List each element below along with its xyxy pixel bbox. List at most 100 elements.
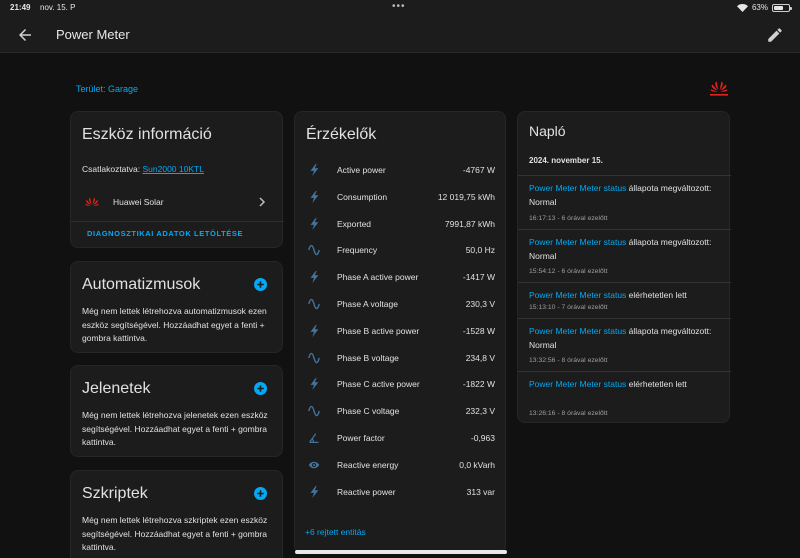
sensor-row[interactable]: Frequency 50,0 Hz	[295, 237, 507, 263]
sensor-value: 0,0 kVarh	[459, 459, 495, 470]
sensor-row[interactable]: Phase B voltage 234,8 V	[295, 345, 507, 371]
automations-title: Automatizmusok	[82, 276, 201, 293]
logbook-entry-text: Power Meter Meter status állapota megvál…	[529, 325, 724, 352]
sensor-value: 230,3 V	[465, 299, 495, 309]
sensor-row[interactable]: Phase C active power -1822 W	[295, 371, 507, 397]
logbook-entity-link[interactable]: Power Meter Meter status	[529, 290, 626, 300]
sensor-row[interactable]: Power factor -0,963	[295, 425, 507, 451]
logbook-entity-link[interactable]: Power Meter Meter status	[529, 379, 626, 389]
logbook-timestamp: 13:26:16 - 8 órával ezelőtt	[529, 410, 608, 417]
sensor-value: -1417 W	[462, 272, 495, 283]
battery-percent: 63%	[751, 3, 768, 12]
flash-icon	[310, 378, 319, 391]
sensor-label: Reactive energy	[337, 459, 399, 470]
sensor-value: 234,8 V	[465, 352, 495, 363]
huawei-logo-icon	[85, 197, 99, 206]
scenes-empty-text: Még nem lettek létrehozva jelenetek ezen…	[82, 410, 268, 447]
sensor-row[interactable]: Reactive power 313 var	[295, 479, 507, 505]
sine-wave-icon	[308, 245, 320, 256]
logbook-entry-text: Power Meter Meter status elérhetetlen le…	[529, 289, 724, 303]
manufacturer-row[interactable]: Huawei Solar	[71, 190, 284, 214]
sensor-value: -4767 W	[462, 165, 495, 175]
sensors-card: Érzékelők Active power -4767 W Consumption…	[294, 111, 507, 554]
add-script-icon[interactable]	[254, 487, 267, 500]
sensors-title: Érzékelők	[306, 126, 377, 143]
automations-card: Automatizmusok Még nem lettek létrehozva…	[70, 261, 283, 353]
sensor-label: Reactive power	[337, 486, 396, 497]
status-bar: 21:49 nov. 15. P ••• 63%	[0, 0, 800, 18]
app-bar: Power Meter	[0, 18, 800, 53]
sensor-value: 313 var	[466, 486, 495, 497]
logbook-entity-link[interactable]: Power Meter Meter status	[529, 326, 626, 336]
scripts-title: Szkriptek	[82, 485, 148, 502]
logbook-action: elérhetetlen lett	[626, 290, 687, 300]
add-scene-icon[interactable]	[254, 382, 267, 395]
scripts-empty-text: Még nem lettek létrehozva szkriptek ezen…	[82, 515, 268, 552]
sensor-label: Power factor	[337, 433, 385, 443]
status-right: 63%	[736, 3, 792, 12]
angle-acute-icon	[309, 433, 319, 443]
logbook-timestamp: 16:17:13 - 6 órával ezelőtt	[529, 215, 608, 222]
connected-via: Csatlakoztatva: Sun2000 10KTL	[82, 164, 204, 174]
logbook-entry-text: Power Meter Meter status elérhetetlen le…	[529, 378, 724, 392]
logbook-entry: Power Meter Meter status elérhetetlen le…	[518, 371, 731, 424]
sensor-row[interactable]: Phase C voltage 232,3 V	[295, 398, 507, 424]
scenes-title: Jelenetek	[82, 380, 151, 397]
chevron-right-icon	[259, 197, 266, 207]
sensor-row[interactable]: Phase B active power -1528 W	[295, 318, 507, 344]
logbook-card: Napló 2024. november 15. Power Meter Met…	[517, 111, 731, 424]
flash-icon	[310, 324, 319, 337]
sensor-value: -1528 W	[462, 325, 495, 336]
sine-wave-icon	[308, 352, 320, 363]
logbook-entry: Power Meter Meter status állapota megvál…	[518, 175, 731, 229]
flash-icon	[310, 163, 319, 177]
download-diagnostics-button[interactable]: DIAGNOSZTIKAI ADATOK LETÖLTÉSE	[87, 229, 243, 238]
connected-prefix: Csatlakoztatva:	[82, 164, 143, 174]
area-link[interactable]: Terület: Garage	[76, 84, 138, 94]
arrow-left-icon[interactable]	[16, 26, 34, 44]
logbook-entity-link[interactable]: Power Meter Meter status	[529, 237, 626, 247]
logbook-entry-text: Power Meter Meter status állapota megvál…	[529, 236, 724, 263]
sensor-label: Active power	[337, 165, 386, 175]
sensor-value: 50,0 Hz	[465, 245, 495, 256]
logbook-title: Napló	[529, 123, 566, 139]
sensor-value: 232,3 V	[465, 406, 495, 417]
multitask-dots-icon[interactable]: •••	[392, 1, 406, 12]
sensor-label: Consumption	[337, 191, 388, 202]
sensor-row[interactable]: Reactive energy 0,0 kVarh	[295, 452, 507, 478]
automations-empty-text: Még nem lettek létrehozva automatizmusok…	[82, 306, 267, 343]
scenes-card: Jelenetek Még nem lettek létrehozva jele…	[70, 365, 283, 457]
sensor-row[interactable]: Phase A active power -1417 W	[295, 264, 507, 290]
sensor-value: -0,963	[470, 433, 495, 443]
sensor-label: Phase A voltage	[337, 299, 398, 309]
device-info-title: Eszköz információ	[82, 126, 212, 143]
connected-device-link[interactable]: Sun2000 10KTL	[142, 164, 203, 174]
status-date: nov. 15. P	[40, 3, 76, 12]
pencil-icon[interactable]	[766, 26, 784, 44]
flash-icon	[310, 485, 319, 498]
flash-icon	[310, 271, 319, 284]
sensor-row[interactable]: Phase A voltage 230,3 V	[295, 291, 507, 317]
flash-icon	[310, 217, 319, 230]
logbook-action: elérhetetlen lett	[626, 379, 687, 389]
battery-icon	[772, 3, 792, 12]
wifi-icon	[736, 3, 748, 12]
sensor-row[interactable]: Consumption 12 019,75 kWh	[295, 184, 507, 210]
logbook-entry: Power Meter Meter status állapota megvál…	[518, 318, 731, 371]
eye-icon	[308, 461, 320, 469]
sensor-label: Frequency	[337, 245, 378, 256]
sensor-label: Phase C active power	[337, 379, 420, 390]
sensor-label: Phase A active power	[337, 272, 419, 283]
sensor-label: Phase B active power	[337, 325, 420, 336]
logbook-timestamp: 13:32:56 - 8 órával ezelőtt	[529, 357, 608, 364]
add-automation-icon[interactable]	[254, 278, 267, 291]
logbook-entity-link[interactable]: Power Meter Meter status	[529, 183, 626, 193]
huawei-logo	[710, 81, 728, 96]
sensor-row[interactable]: Active power -4767 W	[295, 157, 507, 183]
logbook-date: 2024. november 15.	[529, 156, 603, 165]
sine-wave-icon	[308, 405, 320, 417]
sensor-row[interactable]: Exported 7991,87 kWh	[295, 211, 507, 237]
logbook-entry: Power Meter Meter status állapota megvál…	[518, 229, 731, 282]
card-divider	[71, 221, 284, 222]
hidden-entities-link[interactable]: +6 rejtett entitás	[305, 527, 366, 537]
